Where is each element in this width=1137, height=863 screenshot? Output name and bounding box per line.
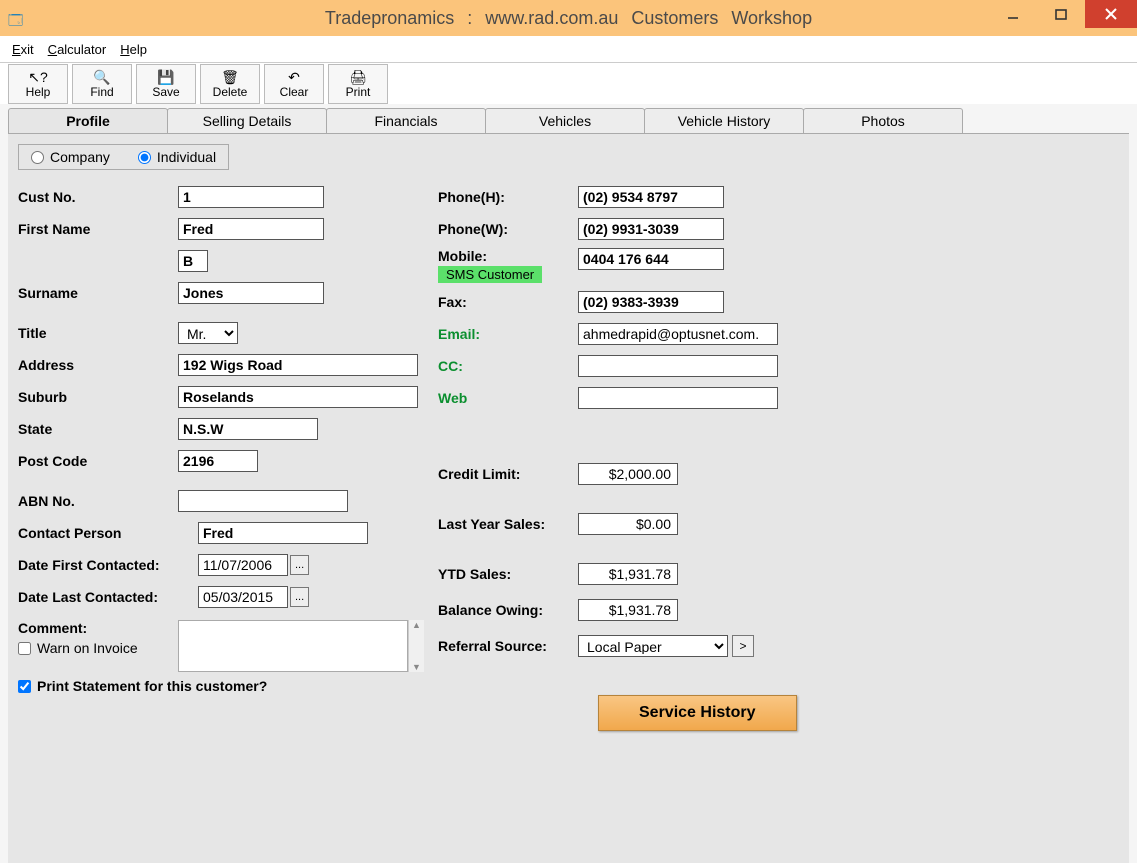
menu-calculator[interactable]: Calculator — [48, 42, 107, 57]
fax-input[interactable] — [578, 291, 724, 313]
maximize-button[interactable] — [1037, 0, 1085, 28]
label-contact: Contact Person — [18, 525, 198, 541]
comment-scrollbar[interactable]: ▲▼ — [408, 620, 424, 672]
label-cust-no: Cust No. — [18, 189, 178, 205]
app-icon: 🗔 — [8, 10, 28, 26]
abn-input[interactable] — [178, 490, 348, 512]
cc-input[interactable] — [578, 355, 778, 377]
right-column: Phone(H): Phone(W): Mobile: SMS Customer… — [438, 184, 858, 731]
print-statement-checkbox[interactable]: Print Statement for this customer? — [18, 678, 438, 694]
find-icon: 🔍 — [93, 70, 110, 84]
find-button[interactable]: 🔍Find — [72, 64, 132, 104]
label-credit-limit: Credit Limit: — [438, 466, 578, 482]
label-last-year-sales: Last Year Sales: — [438, 516, 578, 532]
label-abn: ABN No. — [18, 493, 178, 509]
window-controls — [989, 0, 1137, 28]
date-first-picker-button[interactable]: ... — [290, 555, 309, 575]
print-icon: 🖨 — [349, 70, 367, 84]
tab-photos[interactable]: Photos — [803, 108, 963, 133]
menu-help[interactable]: Help — [120, 42, 147, 57]
label-suburb: Suburb — [18, 389, 178, 405]
label-web: Web — [438, 390, 578, 406]
tab-vehicles[interactable]: Vehicles — [485, 108, 645, 133]
radio-individual[interactable]: Individual — [138, 149, 216, 165]
email-input[interactable] — [578, 323, 778, 345]
initial-input[interactable] — [178, 250, 208, 272]
close-button[interactable] — [1085, 0, 1137, 28]
contact-person-input[interactable] — [198, 522, 368, 544]
clear-icon: ↶ — [288, 70, 300, 84]
label-date-first: Date First Contacted: — [18, 557, 198, 573]
warn-on-invoice-checkbox[interactable]: Warn on Invoice — [18, 640, 178, 656]
cust-no-input[interactable] — [178, 186, 324, 208]
customer-type-group: Company Individual — [18, 144, 229, 170]
tab-vehicle-history[interactable]: Vehicle History — [644, 108, 804, 133]
credit-limit-field[interactable] — [578, 463, 678, 485]
date-last-picker-button[interactable]: ... — [290, 587, 309, 607]
label-referral-source: Referral Source: — [438, 638, 578, 654]
tab-profile[interactable]: Profile — [8, 108, 168, 133]
address-input[interactable] — [178, 354, 418, 376]
tab-financials[interactable]: Financials — [326, 108, 486, 133]
balance-owing-field — [578, 599, 678, 621]
service-history-button[interactable]: Service History — [598, 695, 797, 731]
save-icon: 💾 — [157, 70, 174, 84]
label-mobile: Mobile: — [438, 248, 578, 264]
label-phone-h: Phone(H): — [438, 189, 578, 205]
label-email: Email: — [438, 326, 578, 342]
label-ytd-sales: YTD Sales: — [438, 566, 578, 582]
label-surname: Surname — [18, 285, 178, 301]
tab-strip: Profile Selling Details Financials Vehic… — [8, 108, 1129, 133]
label-address: Address — [18, 357, 178, 373]
label-post-code: Post Code — [18, 453, 178, 469]
state-input[interactable] — [178, 418, 318, 440]
referral-source-select[interactable]: Local Paper — [578, 635, 728, 657]
suburb-input[interactable] — [178, 386, 418, 408]
mobile-input[interactable] — [578, 248, 724, 270]
label-date-last: Date Last Contacted: — [18, 589, 198, 605]
minimize-button[interactable] — [989, 0, 1037, 28]
label-phone-w: Phone(W): — [438, 221, 578, 237]
delete-button[interactable]: 🗑Delete — [200, 64, 260, 104]
comment-textarea[interactable] — [178, 620, 408, 672]
phone-w-input[interactable] — [578, 218, 724, 240]
referral-source-more-button[interactable]: > — [732, 635, 754, 657]
ytd-sales-field — [578, 563, 678, 585]
radio-company[interactable]: Company — [31, 149, 110, 165]
menu-bar: Exit Calculator Help — [0, 36, 1137, 62]
label-comment: Comment: — [18, 620, 178, 636]
label-cc: CC: — [438, 358, 578, 374]
title-select[interactable]: Mr. — [178, 322, 238, 344]
menu-exit[interactable]: Exit — [12, 42, 34, 57]
label-fax: Fax: — [438, 294, 578, 310]
label-balance-owing: Balance Owing: — [438, 602, 578, 618]
toolbar: ↖?Help 🔍Find 💾Save 🗑Delete ↶Clear 🖨Print — [0, 62, 1137, 104]
clear-button[interactable]: ↶Clear — [264, 64, 324, 104]
last-year-sales-field — [578, 513, 678, 535]
label-title: Title — [18, 325, 178, 341]
tab-selling-details[interactable]: Selling Details — [167, 108, 327, 133]
phone-h-input[interactable] — [578, 186, 724, 208]
first-name-input[interactable] — [178, 218, 324, 240]
sms-customer-button[interactable]: SMS Customer — [438, 266, 542, 283]
profile-panel: Company Individual Cust No. First Name S… — [8, 133, 1129, 863]
delete-icon: 🗑 — [221, 70, 239, 84]
date-first-input[interactable] — [198, 554, 288, 576]
surname-input[interactable] — [178, 282, 324, 304]
save-button[interactable]: 💾Save — [136, 64, 196, 104]
post-code-input[interactable] — [178, 450, 258, 472]
help-icon: ↖? — [28, 70, 48, 84]
label-state: State — [18, 421, 178, 437]
title-bar: 🗔 Tradepronamics : www.rad.com.au Custom… — [0, 0, 1137, 36]
label-first-name: First Name — [18, 221, 178, 237]
web-input[interactable] — [578, 387, 778, 409]
date-last-input[interactable] — [198, 586, 288, 608]
help-button[interactable]: ↖?Help — [8, 64, 68, 104]
window-title: Tradepronamics : www.rad.com.au Customer… — [325, 8, 812, 29]
left-column: Cust No. First Name Surname Title Mr. Ad… — [18, 184, 438, 731]
print-button[interactable]: 🖨Print — [328, 64, 388, 104]
